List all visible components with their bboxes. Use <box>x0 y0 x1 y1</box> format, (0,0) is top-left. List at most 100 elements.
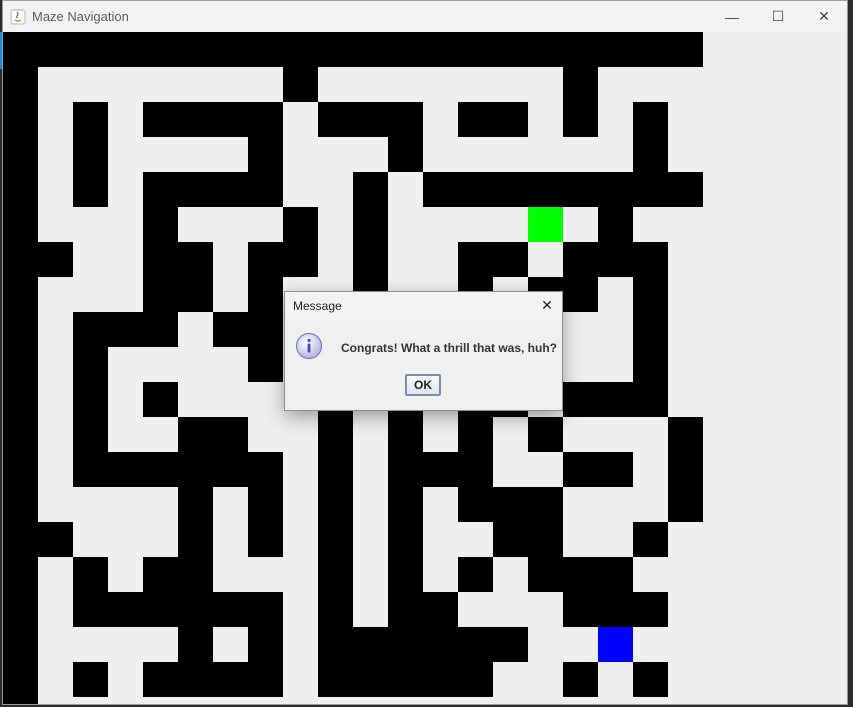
maze-wall-cell <box>388 137 423 172</box>
maze-wall-cell <box>388 32 423 67</box>
minimize-button[interactable]: — <box>709 1 755 32</box>
maze-wall-cell <box>248 137 283 172</box>
maximize-button[interactable]: ☐ <box>755 1 801 32</box>
maze-wall-cell <box>248 277 283 312</box>
maze-wall-cell <box>388 102 423 137</box>
maze-wall-cell <box>248 487 283 522</box>
maze-wall-cell <box>318 487 353 522</box>
maze-wall-cell <box>458 242 493 277</box>
maze-wall-cell <box>143 242 178 277</box>
ok-button-label: OK <box>414 378 432 392</box>
maze-wall-cell <box>598 592 633 627</box>
maze-wall-cell <box>353 102 388 137</box>
maze-wall-cell <box>213 172 248 207</box>
maze-wall-cell <box>283 67 318 102</box>
maze-wall-cell <box>73 172 108 207</box>
maze-wall-cell <box>353 662 388 697</box>
maze-wall-cell <box>318 592 353 627</box>
maze-wall-cell <box>563 242 598 277</box>
maze-wall-cell <box>633 137 668 172</box>
maze-wall-cell <box>528 557 563 592</box>
maze-wall-cell <box>3 417 38 452</box>
maze-wall-cell <box>248 242 283 277</box>
maze-wall-cell <box>423 627 458 662</box>
maze-wall-cell <box>3 347 38 382</box>
maze-wall-cell <box>563 452 598 487</box>
maze-wall-cell <box>3 102 38 137</box>
maze-wall-cell <box>38 242 73 277</box>
maze-wall-cell <box>598 172 633 207</box>
maze-wall-cell <box>73 417 108 452</box>
maze-wall-cell <box>493 242 528 277</box>
maze-wall-cell <box>3 67 38 102</box>
maze-wall-cell <box>493 102 528 137</box>
maze-wall-cell <box>143 662 178 697</box>
ok-button[interactable]: OK <box>405 374 441 396</box>
maze-wall-cell <box>3 487 38 522</box>
maze-wall-cell <box>598 557 633 592</box>
maze-wall-cell <box>388 522 423 557</box>
maze-wall-cell <box>633 242 668 277</box>
close-button[interactable]: ✕ <box>801 1 847 32</box>
dialog-message: Congrats! What a thrill that was, huh? <box>341 341 557 355</box>
maze-wall-cell <box>3 557 38 592</box>
maze-wall-cell <box>353 207 388 242</box>
maze-wall-cell <box>73 312 108 347</box>
maze-wall-cell <box>318 522 353 557</box>
maze-wall-cell <box>38 32 73 67</box>
maze-wall-cell <box>3 312 38 347</box>
maze-wall-cell <box>178 417 213 452</box>
window-controls: — ☐ ✕ <box>709 1 847 32</box>
maze-wall-cell <box>563 592 598 627</box>
maze-wall-cell <box>423 172 458 207</box>
maze-wall-cell <box>143 382 178 417</box>
maze-wall-cell <box>248 452 283 487</box>
maze-wall-cell <box>563 172 598 207</box>
maze-wall-cell <box>73 137 108 172</box>
maze-wall-cell <box>668 32 703 67</box>
window-title: Maze Navigation <box>32 9 129 24</box>
maze-wall-cell <box>493 627 528 662</box>
maze-wall-cell <box>73 382 108 417</box>
maze-wall-cell <box>633 347 668 382</box>
maze-wall-cell <box>178 102 213 137</box>
maze-wall-cell <box>353 242 388 277</box>
maze-wall-cell <box>668 172 703 207</box>
maze-wall-cell <box>458 662 493 697</box>
maze-wall-cell <box>248 522 283 557</box>
maze-wall-cell <box>598 382 633 417</box>
title-bar[interactable]: Maze Navigation — ☐ ✕ <box>3 1 847 32</box>
maze-wall-cell <box>143 32 178 67</box>
maze-wall-cell <box>178 242 213 277</box>
maze-wall-cell <box>458 417 493 452</box>
dialog-title-bar[interactable]: Message ✕ <box>285 292 562 320</box>
maze-wall-cell <box>528 522 563 557</box>
maze-wall-cell <box>3 172 38 207</box>
maze-wall-cell <box>493 522 528 557</box>
maze-wall-cell <box>178 557 213 592</box>
maze-wall-cell <box>528 487 563 522</box>
maze-wall-cell <box>318 557 353 592</box>
maze-wall-cell <box>143 102 178 137</box>
maze-wall-cell <box>213 312 248 347</box>
java-app-icon <box>10 9 26 24</box>
maze-wall-cell <box>388 627 423 662</box>
maze-wall-cell <box>598 207 633 242</box>
maze-wall-cell <box>248 662 283 697</box>
maze-wall-cell <box>458 557 493 592</box>
maze-wall-cell <box>178 172 213 207</box>
maze-wall-cell <box>73 347 108 382</box>
maze-wall-cell <box>73 557 108 592</box>
maze-wall-cell <box>493 32 528 67</box>
maze-wall-cell <box>3 627 38 662</box>
maze-wall-cell <box>633 382 668 417</box>
maze-wall-cell <box>528 417 563 452</box>
maze-wall-cell <box>108 452 143 487</box>
maze-wall-cell <box>668 452 703 487</box>
maze-wall-cell <box>178 662 213 697</box>
maze-wall-cell <box>458 172 493 207</box>
dialog-title: Message <box>293 299 342 313</box>
maze-wall-cell <box>633 277 668 312</box>
maze-wall-cell <box>353 172 388 207</box>
dialog-close-icon[interactable]: ✕ <box>538 296 556 314</box>
